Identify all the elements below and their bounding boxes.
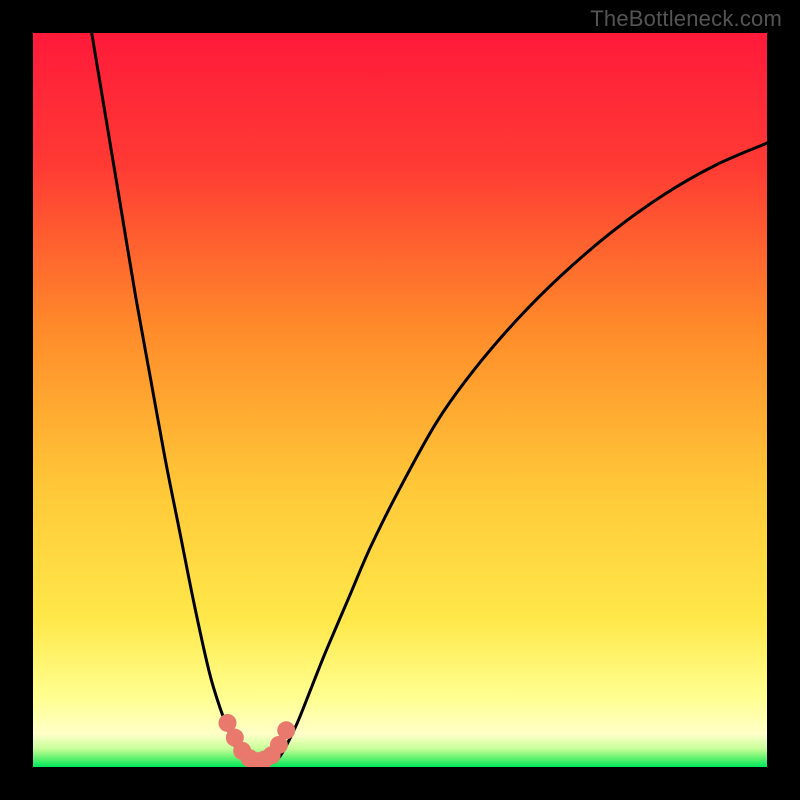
marker-point [277,721,295,739]
chart-svg [33,33,767,767]
gradient-background [33,33,767,767]
watermark-text: TheBottleneck.com [590,6,782,32]
plot-area [33,33,767,767]
chart-frame: TheBottleneck.com [0,0,800,800]
